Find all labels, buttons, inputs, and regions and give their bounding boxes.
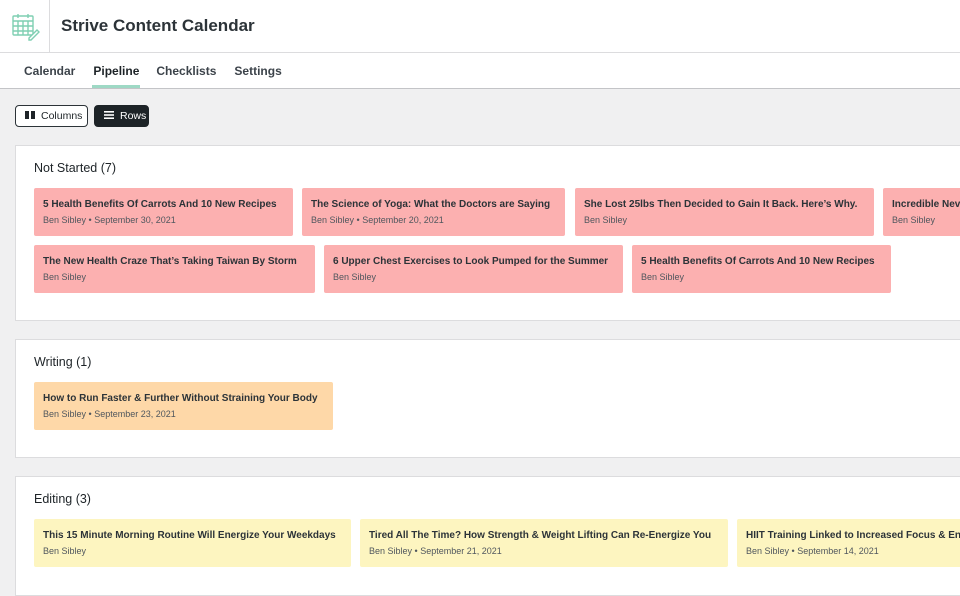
rows-view-label: Rows xyxy=(120,110,147,122)
card-date: September 23, 2021 xyxy=(94,409,176,419)
card-meta: Ben Sibley • September 14, 2021 xyxy=(746,546,879,556)
tab-settings[interactable]: Settings xyxy=(234,53,281,88)
card-author: Ben Sibley xyxy=(333,272,377,282)
card-author: Ben Sibley xyxy=(641,272,685,282)
card-title: 6 Upper Chest Exercises to Look Pumped f… xyxy=(333,256,609,267)
card-title: She Lost 25lbs Then Decided to Gain It B… xyxy=(584,199,858,210)
card-author: Ben Sibley xyxy=(746,546,790,556)
columns-view-button[interactable]: Columns xyxy=(15,105,88,127)
app-header: Strive Content Calendar xyxy=(0,0,960,53)
card-date: September 20, 2021 xyxy=(362,215,444,225)
rows-view-button[interactable]: Rows xyxy=(94,105,149,127)
app-title: Strive Content Calendar xyxy=(61,16,255,35)
columns-icon xyxy=(25,110,35,122)
main-tabs: Calendar Pipeline Checklists Settings xyxy=(0,53,960,89)
card-meta: Ben Sibley • September 20, 2021 xyxy=(311,215,444,225)
tab-pipeline[interactable]: Pipeline xyxy=(92,53,141,88)
section-title: Editing (3) xyxy=(34,492,91,506)
card-title: 5 Health Benefits Of Carrots And 10 New … xyxy=(641,256,875,267)
card-author: Ben Sibley xyxy=(892,215,936,225)
card-author: Ben Sibley xyxy=(584,215,628,225)
section-title: Writing (1) xyxy=(34,355,92,369)
card-title: The Science of Yoga: What the Doctors ar… xyxy=(311,199,551,210)
card-date: September 14, 2021 xyxy=(797,546,879,556)
card-author: Ben Sibley xyxy=(311,215,355,225)
content-card[interactable]: Tired All The Time? How Strength & Weigh… xyxy=(360,519,728,567)
view-toggle: Columns Rows xyxy=(15,105,149,127)
card-meta: Ben Sibley • September 30, 2021 xyxy=(43,215,176,225)
content-card[interactable]: The New Health Craze That’s Taking Taiwa… xyxy=(34,245,315,293)
tab-checklists[interactable]: Checklists xyxy=(156,53,216,88)
card-author: Ben Sibley xyxy=(43,272,87,282)
columns-view-label: Columns xyxy=(41,110,83,122)
card-date: September 21, 2021 xyxy=(420,546,502,556)
section-editing: Editing (3) This 15 Minute Morning Routi… xyxy=(15,476,960,596)
card-title: This 15 Minute Morning Routine Will Ener… xyxy=(43,530,336,541)
card-title: 5 Health Benefits Of Carrots And 10 New … xyxy=(43,199,277,210)
content-card[interactable]: HIIT Training Linked to Increased Focus … xyxy=(737,519,960,567)
content-card[interactable]: This 15 Minute Morning Routine Will Ener… xyxy=(34,519,351,567)
card-meta: Ben Sibley • September 21, 2021 xyxy=(369,546,502,556)
content-card[interactable]: 5 Health Benefits Of Carrots And 10 New … xyxy=(34,188,293,236)
card-author: Ben Sibley xyxy=(43,409,87,419)
card-title: How to Run Faster & Further Without Stra… xyxy=(43,393,318,404)
content-card[interactable]: Incredible Nev Ben Sibley xyxy=(883,188,960,236)
card-title: Incredible Nev xyxy=(892,199,960,210)
content-card[interactable]: She Lost 25lbs Then Decided to Gain It B… xyxy=(575,188,874,236)
card-title: The New Health Craze That’s Taking Taiwa… xyxy=(43,256,297,267)
card-title: HIIT Training Linked to Increased Focus … xyxy=(746,530,960,541)
card-author: Ben Sibley xyxy=(369,546,413,556)
card-meta: Ben Sibley • September 23, 2021 xyxy=(43,409,176,419)
card-author: Ben Sibley xyxy=(43,215,87,225)
content-card[interactable]: The Science of Yoga: What the Doctors ar… xyxy=(302,188,565,236)
content-card[interactable]: 6 Upper Chest Exercises to Look Pumped f… xyxy=(324,245,623,293)
section-title: Not Started (7) xyxy=(34,161,116,175)
tab-calendar[interactable]: Calendar xyxy=(24,53,75,88)
card-author: Ben Sibley xyxy=(43,546,87,556)
section-not-started: Not Started (7) 5 Health Benefits Of Car… xyxy=(15,145,960,321)
card-title: Tired All The Time? How Strength & Weigh… xyxy=(369,530,712,541)
card-date: September 30, 2021 xyxy=(94,215,176,225)
calendar-edit-icon[interactable] xyxy=(0,0,50,52)
content-card[interactable]: 5 Health Benefits Of Carrots And 10 New … xyxy=(632,245,891,293)
rows-icon xyxy=(104,110,114,122)
section-writing: Writing (1) How to Run Faster & Further … xyxy=(15,339,960,458)
content-card[interactable]: How to Run Faster & Further Without Stra… xyxy=(34,382,333,430)
